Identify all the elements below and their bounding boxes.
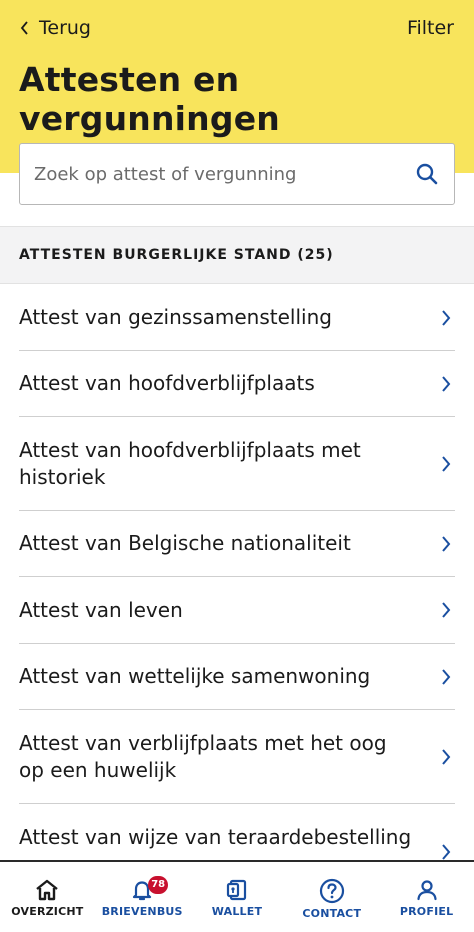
page-title: Attesten en vergunningen [19, 60, 280, 138]
list-item[interactable]: Attest van wettelijke samenwoning [19, 644, 455, 710]
chevron-right-icon [442, 375, 451, 392]
back-button[interactable]: Terug [20, 17, 91, 39]
tab-contact-label: CONTACT [302, 907, 362, 920]
list-item[interactable]: Attest van Belgische nationaliteit [19, 511, 455, 577]
list-item-label: Attest van gezinssamenstelling [19, 305, 332, 329]
list-item[interactable]: Attest van gezinssamenstelling [19, 285, 455, 351]
filter-button[interactable]: Filter [407, 17, 454, 39]
list-item-label: Attest van wettelijke samenwoning [19, 664, 371, 688]
tab-overzicht-label: OVERZICHT [11, 905, 84, 918]
list-item-label: Attest van leven [19, 597, 183, 622]
attest-list: Attest van gezinssamenstelling Attest va… [0, 285, 474, 898]
chevron-right-icon [442, 668, 451, 685]
tab-profiel[interactable]: PROFIEL [379, 862, 474, 932]
list-item-label: Attest van Belgische nationaliteit [19, 531, 351, 555]
user-icon [416, 880, 437, 901]
search-icon [416, 163, 438, 185]
section-header: ATTESTEN BURGERLIJKE STAND (25) [0, 226, 474, 284]
tab-contact[interactable]: CONTACT [284, 862, 379, 932]
chevron-right-icon [442, 535, 451, 552]
tab-wallet-label: WALLET [211, 905, 263, 918]
tab-brievenbus[interactable]: 78 BRIEVENBUS [95, 862, 190, 932]
chevron-right-icon [442, 309, 451, 326]
list-item[interactable]: Attest van hoofdverblijfplaats [19, 351, 455, 417]
home-icon [36, 879, 59, 901]
tab-overzicht[interactable]: OVERZICHT [0, 862, 95, 932]
list-item-label: Attest van hoofdverblijfplaats met histo… [19, 437, 361, 489]
chevron-right-icon [442, 748, 451, 765]
search-input[interactable] [20, 163, 400, 185]
list-item-label: Attest van hoofdverblijfplaats [19, 371, 315, 395]
chevron-left-icon [20, 21, 28, 35]
help-icon [319, 878, 344, 904]
section-title: ATTESTEN BURGERLIJKE STAND (25) [19, 247, 334, 263]
chevron-right-icon [442, 455, 451, 472]
tab-brievenbus-label: BRIEVENBUS [101, 905, 183, 918]
list-item-label: Attest van verblijfplaats met het oog op… [19, 730, 387, 782]
search-box [19, 143, 455, 205]
search-button[interactable] [400, 144, 454, 204]
list-item[interactable]: Attest van verblijfplaats met het oog op… [19, 710, 455, 804]
list-item-label: Attest van wijze van teraardebestelling [19, 825, 412, 849]
top-nav: Terug Filter [0, 17, 474, 41]
bottom-tab-bar: OVERZICHT 78 BRIEVENBUS WALLET CONTACT P… [0, 860, 474, 932]
tab-wallet[interactable]: WALLET [190, 862, 285, 932]
wallet-icon [226, 879, 247, 901]
notification-badge: 78 [148, 876, 169, 894]
chevron-right-icon [442, 844, 451, 860]
tab-profiel-label: PROFIEL [399, 905, 454, 918]
list-item[interactable]: Attest van hoofdverblijfplaats met histo… [19, 417, 455, 511]
chevron-right-icon [442, 602, 451, 618]
list-item[interactable]: Attest van leven [19, 577, 455, 644]
back-label: Terug [39, 17, 91, 39]
